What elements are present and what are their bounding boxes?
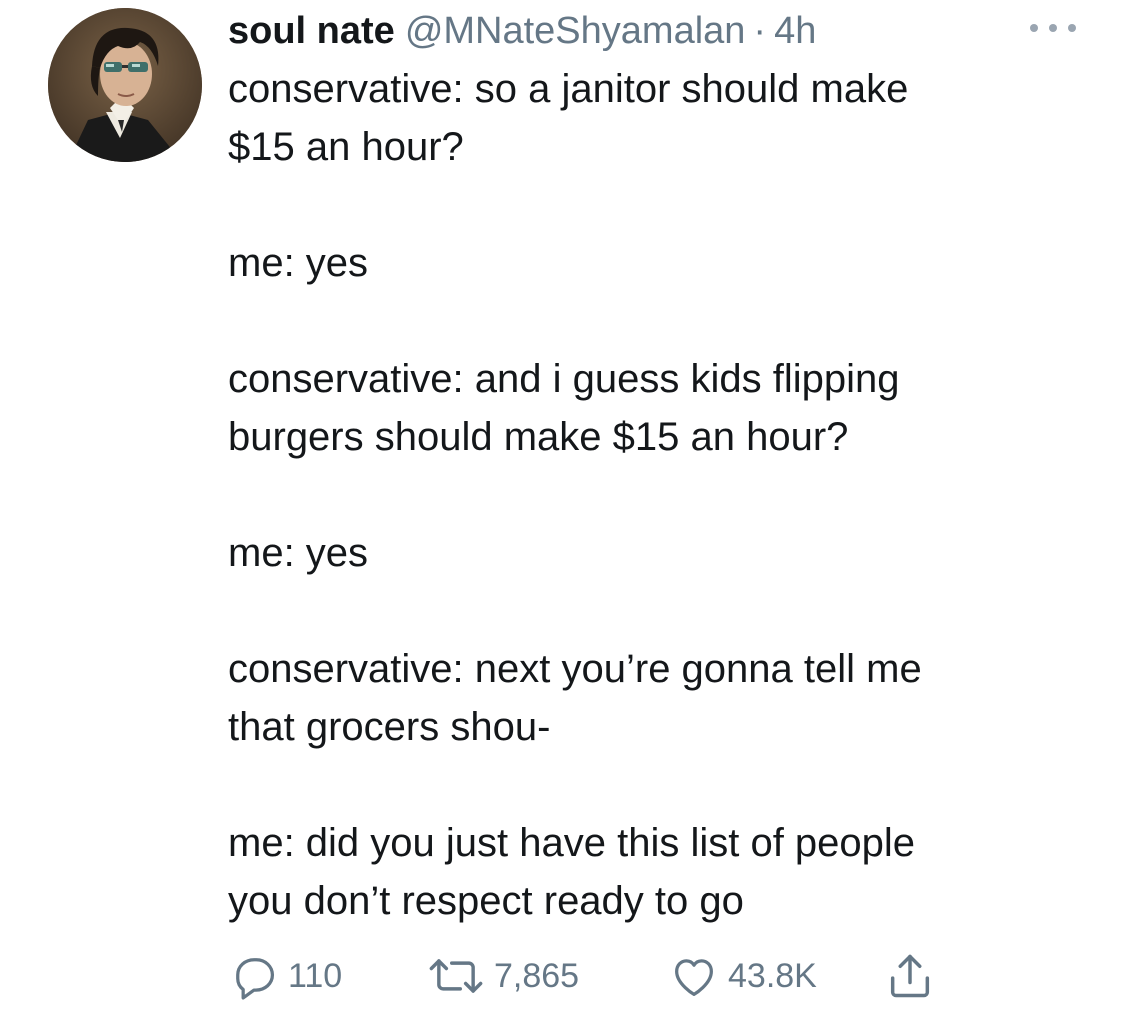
share-icon <box>890 954 930 998</box>
tweet-paragraph: me: yes <box>228 234 1088 292</box>
author-handle[interactable]: @MNateShyamalan <box>405 6 746 56</box>
tweet-line: that grocers shou- <box>228 705 551 749</box>
reply-button[interactable]: 110 <box>228 948 342 1004</box>
retweet-count: 7,865 <box>494 956 580 995</box>
more-dots-icon <box>1030 24 1038 32</box>
tweet-line: conservative: so a janitor should make <box>228 67 909 111</box>
separator-dot: · <box>753 10 767 52</box>
tweet-text: conservative: so a janitor should make $… <box>228 60 1088 930</box>
tweet-actions: 110 7,865 43.8K <box>228 948 968 1004</box>
like-button[interactable]: 43.8K <box>668 948 817 1004</box>
tweet-line: burgers should make $15 an hour? <box>228 415 849 459</box>
tweet-line: me: did you just have this list of peopl… <box>228 821 916 865</box>
tweet-line: you don’t respect ready to go <box>228 879 744 923</box>
more-dots-icon <box>1068 24 1076 32</box>
tweet-paragraph: me: yes <box>228 524 1088 582</box>
tweet-header: soul nate @MNateShyamalan · 4h <box>228 6 816 56</box>
author-name[interactable]: soul nate <box>228 6 395 56</box>
avatar-portrait-image <box>48 8 202 162</box>
tweet-paragraph: me: did you just have this list of peopl… <box>228 814 1088 930</box>
tweet-timestamp[interactable]: 4h <box>774 6 816 56</box>
heart-icon <box>675 959 713 997</box>
reply-count: 110 <box>288 956 343 995</box>
retweet-button[interactable]: 7,865 <box>426 948 579 1004</box>
tweet-paragraph: conservative: and i guess kids flipping … <box>228 350 1088 466</box>
reply-icon <box>236 958 275 1000</box>
tweet-paragraph: conservative: next you’re gonna tell me … <box>228 640 1088 756</box>
tweet-paragraph: conservative: so a janitor should make $… <box>228 60 1088 176</box>
avatar[interactable] <box>48 8 202 162</box>
tweet-line: conservative: next you’re gonna tell me <box>228 647 922 691</box>
like-count: 43.8K <box>728 956 817 995</box>
tweet-line: me: yes <box>228 531 369 575</box>
retweet-icon <box>429 959 483 993</box>
share-button[interactable] <box>884 948 936 1004</box>
tweet-line: conservative: and i guess kids flipping <box>228 357 900 401</box>
more-dots-icon <box>1049 24 1057 32</box>
more-options-button[interactable] <box>1030 18 1076 38</box>
tweet-line: me: yes <box>228 241 369 285</box>
tweet-line: $15 an hour? <box>228 125 464 169</box>
